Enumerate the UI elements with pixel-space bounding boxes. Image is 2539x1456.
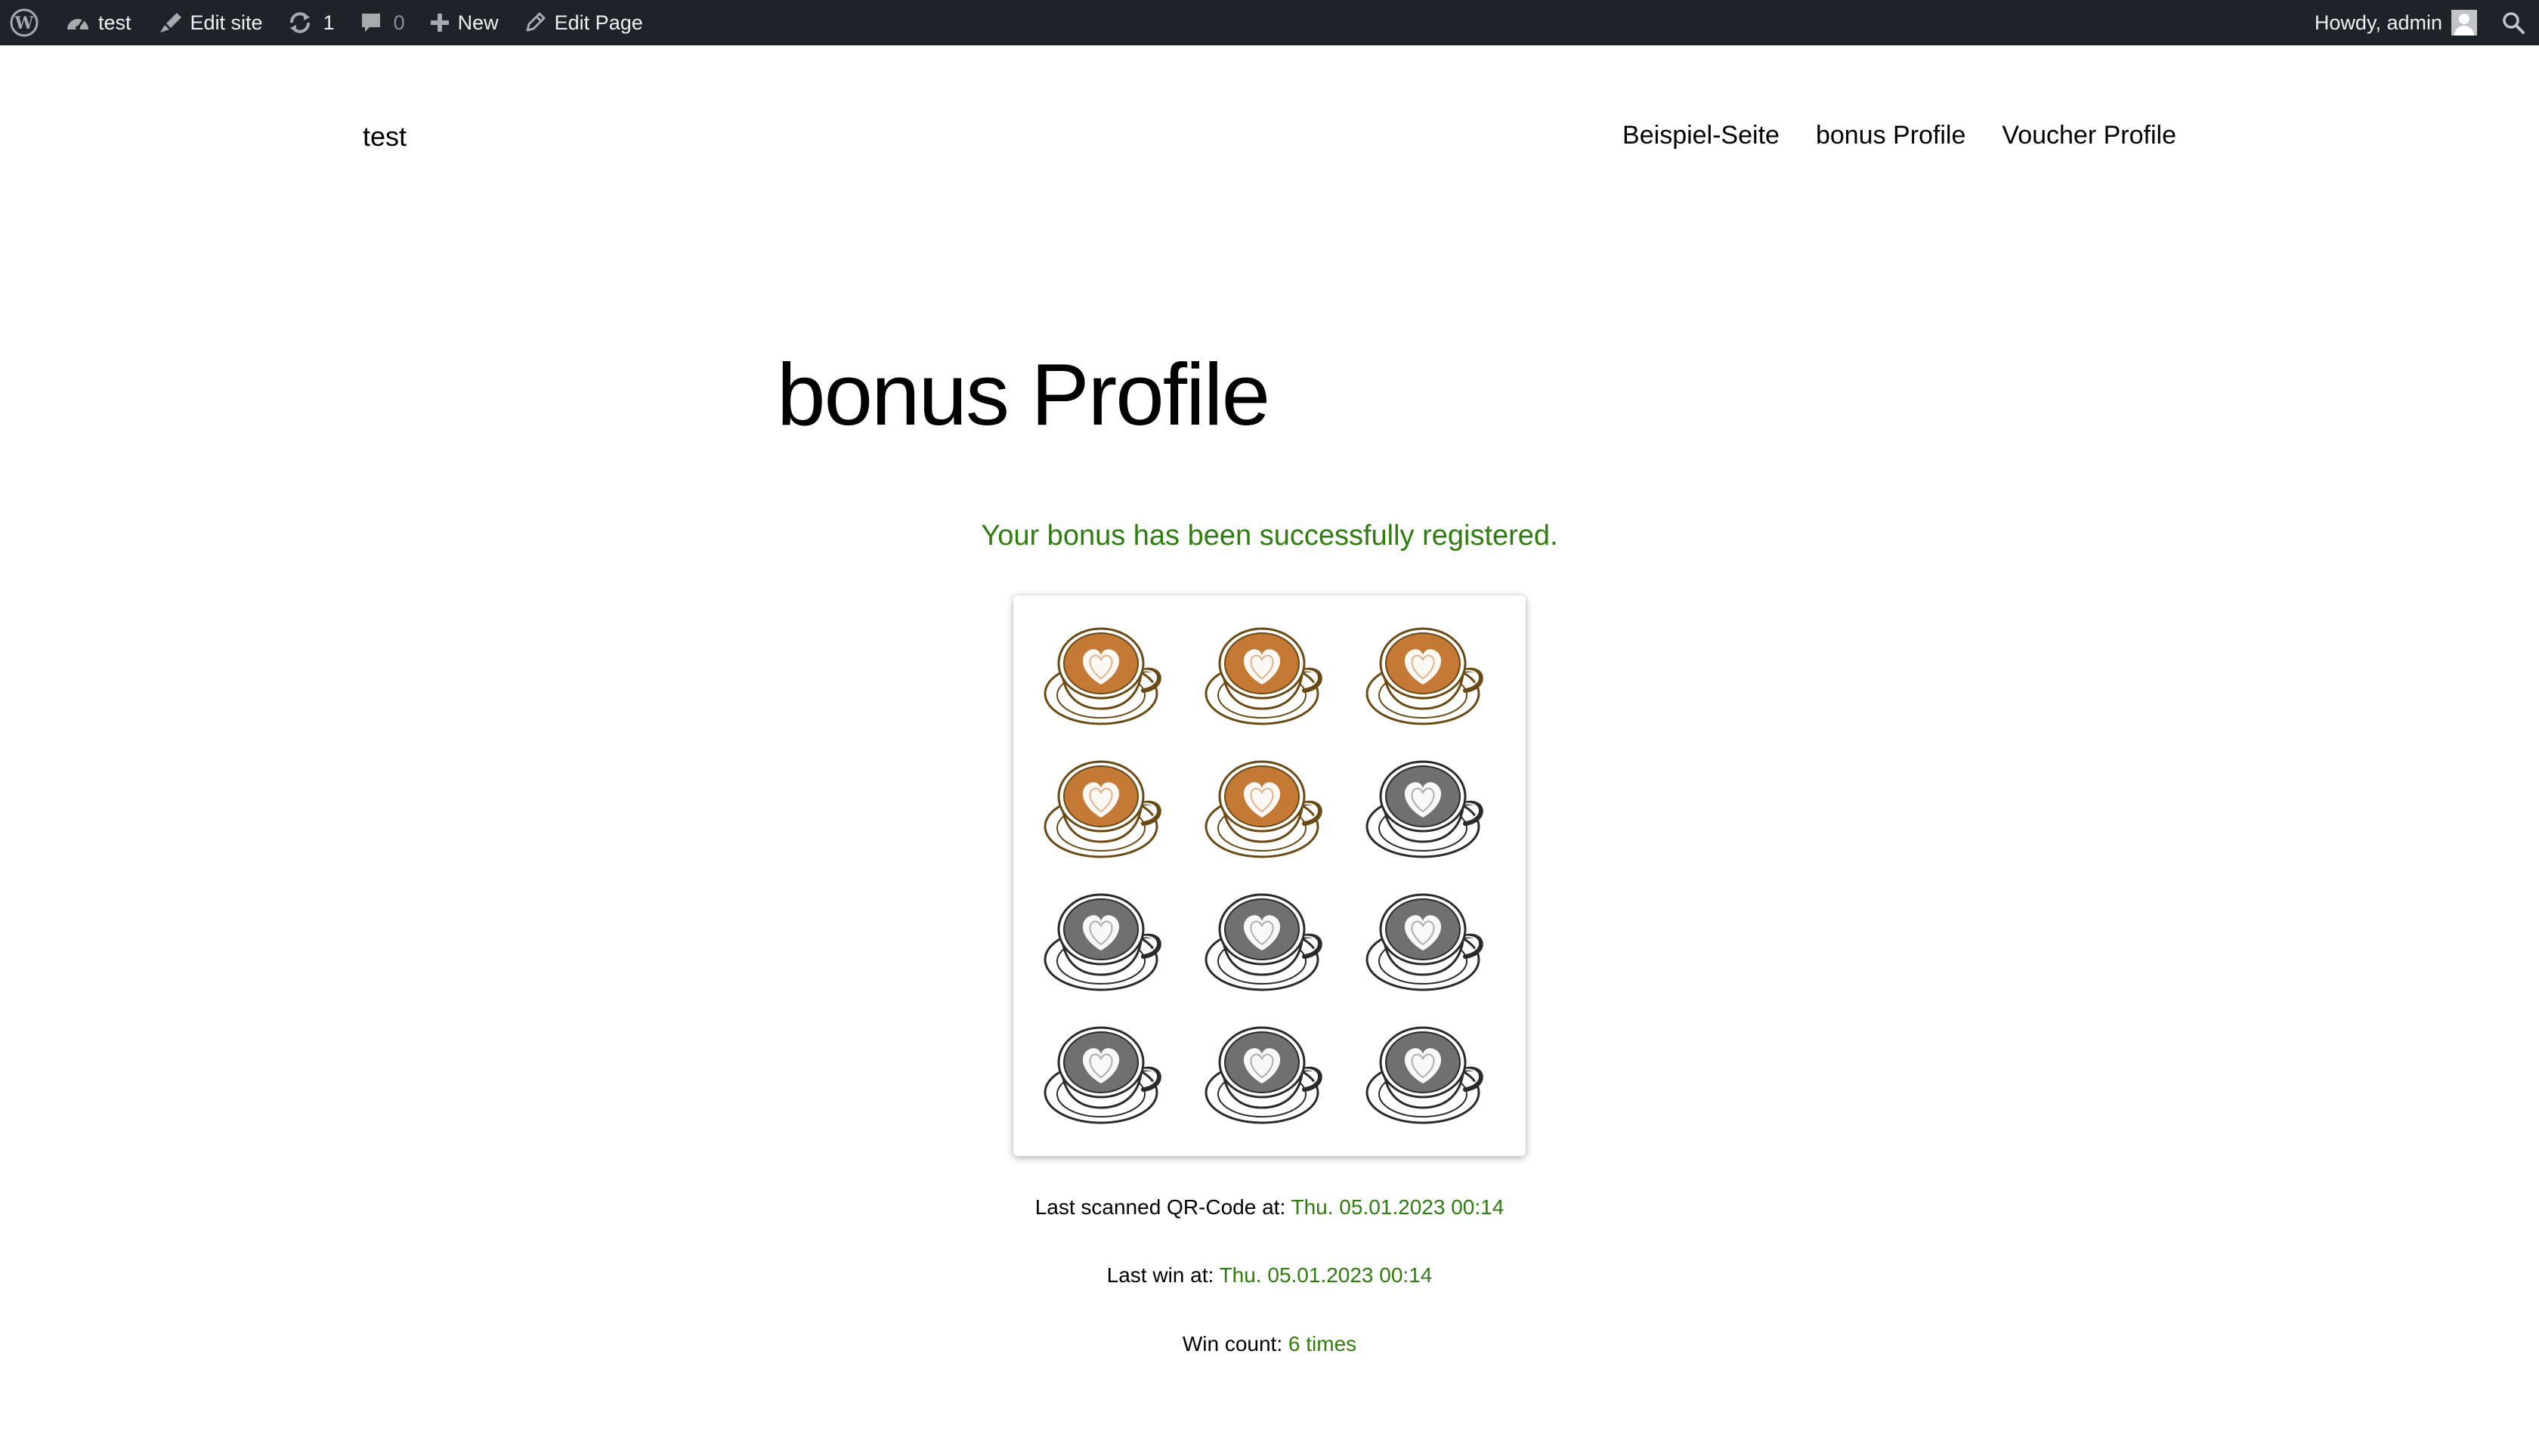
site-name-menu[interactable]: test: [53, 0, 144, 45]
win-count-label: Win count:: [1182, 1332, 1283, 1356]
edit-site-link[interactable]: Edit site: [144, 0, 275, 45]
coffee-cup-empty-icon: [1364, 887, 1489, 993]
plus-icon: [429, 12, 450, 33]
success-message: Your bonus has been successfully registe…: [981, 520, 1558, 552]
admin-bar-left: W test Edit site 1 0 New Edit Page: [0, 0, 655, 45]
admin-bar: W test Edit site 1 0 New Edit Page Howdy…: [0, 0, 2539, 45]
coffee-cup-filled-icon: [1203, 754, 1328, 860]
edit-site-label: Edit site: [190, 11, 263, 34]
comments-link[interactable]: 0: [347, 0, 417, 45]
nav-item-bonus-profile[interactable]: bonus Profile: [1816, 121, 1965, 150]
win-count-value: 6 times: [1288, 1332, 1357, 1356]
coffee-cup-empty-icon: [1042, 1020, 1167, 1126]
update-icon: [287, 10, 313, 36]
site-name-label: test: [98, 11, 131, 34]
last-win-line: Last win at: Thu. 05.01.2023 00:14: [0, 1263, 2539, 1288]
coffee-cup-filled-icon: [1042, 621, 1167, 727]
comments-count: 0: [393, 11, 405, 34]
new-content-menu[interactable]: New: [417, 0, 511, 45]
updates-link[interactable]: 1: [275, 0, 347, 45]
admin-search-button[interactable]: [2483, 0, 2539, 45]
search-icon: [2501, 11, 2525, 35]
bonus-card: [1013, 595, 1526, 1156]
comment-icon: [359, 11, 383, 35]
coffee-cup-empty-icon: [1364, 1020, 1489, 1126]
win-count-line: Win count: 6 times: [0, 1332, 2539, 1356]
coffee-cup-filled-icon: [1042, 754, 1167, 860]
nav-item-voucher-profile[interactable]: Voucher Profile: [2002, 121, 2176, 150]
coffee-cup-filled-icon: [1364, 621, 1489, 727]
site-title[interactable]: test: [363, 121, 407, 153]
edit-page-label: Edit Page: [554, 11, 643, 34]
howdy-label: Howdy, admin: [2314, 11, 2442, 34]
avatar: [2451, 10, 2477, 36]
coffee-cup-empty-icon: [1203, 1020, 1328, 1126]
wordpress-logo-menu[interactable]: W: [0, 0, 53, 45]
edit-page-link[interactable]: Edit Page: [511, 0, 655, 45]
nav-item-beispiel-seite[interactable]: Beispiel-Seite: [1622, 121, 1780, 150]
coffee-cup-filled-icon: [1203, 621, 1328, 727]
page-title: bonus Profile: [777, 345, 1270, 444]
last-win-value: Thu. 05.01.2023 00:14: [1219, 1263, 1433, 1287]
pencil-icon: [523, 11, 547, 35]
coffee-cup-empty-icon: [1042, 887, 1167, 993]
coffee-cup-grid: [1042, 621, 1489, 1153]
admin-bar-right: Howdy, admin: [2302, 0, 2539, 45]
new-label: New: [457, 11, 499, 34]
dashboard-icon: [65, 11, 91, 34]
svg-text:W: W: [14, 14, 34, 33]
last-win-label: Last win at:: [1106, 1263, 1214, 1287]
updates-count: 1: [323, 11, 335, 34]
coffee-cup-empty-icon: [1364, 754, 1489, 860]
last-scanned-line: Last scanned QR-Code at: Thu. 05.01.2023…: [0, 1195, 2539, 1220]
last-scanned-label: Last scanned QR-Code at:: [1034, 1195, 1286, 1219]
coffee-cup-empty-icon: [1203, 887, 1328, 993]
my-account-menu[interactable]: Howdy, admin: [2302, 0, 2483, 45]
last-scanned-value: Thu. 05.01.2023 00:14: [1291, 1195, 1505, 1219]
brush-icon: [156, 10, 183, 36]
wordpress-icon: W: [9, 8, 39, 38]
primary-navigation: Beispiel-Seite bonus Profile Voucher Pro…: [1622, 121, 2176, 150]
